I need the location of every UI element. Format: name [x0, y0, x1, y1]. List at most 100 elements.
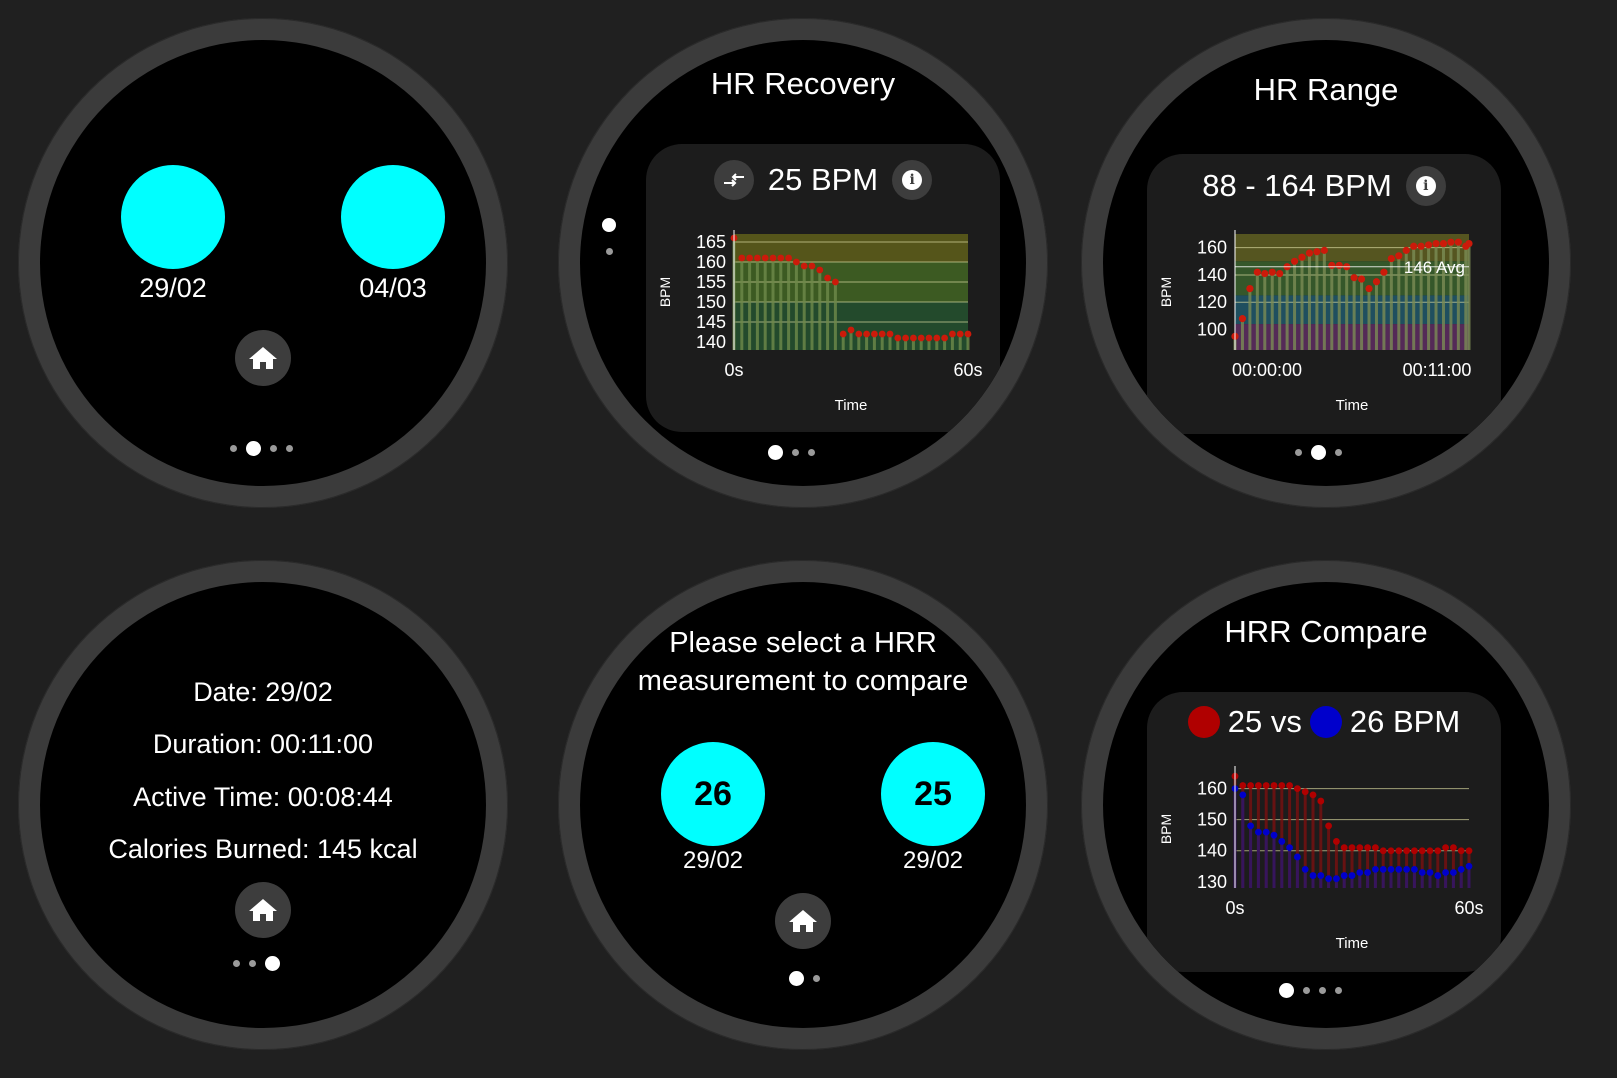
zone-band — [1235, 295, 1469, 325]
data-point — [1387, 865, 1395, 873]
info-button[interactable]: i — [1405, 166, 1446, 206]
data-point — [1356, 869, 1364, 876]
data-point — [1372, 865, 1379, 873]
data-point — [1309, 872, 1317, 879]
average-label: 146 Avg — [1404, 258, 1465, 277]
data-point — [1434, 872, 1442, 879]
y-tick-label: 140 — [1197, 265, 1227, 285]
y-tick-label: 130 — [1197, 872, 1227, 892]
hr-recovery-chart: 165160155150145140 0s 60s Time BPM — [657, 230, 983, 414]
hrr-option-2-date: 29/02 — [902, 847, 964, 874]
home-button[interactable] — [775, 893, 831, 949]
y-tick-label: 100 — [1197, 320, 1227, 340]
watch-screen-hr-recovery: HR Recovery 25 BPM i 165 160 155 150 145 140 0… — [558, 18, 1048, 508]
data-point — [1253, 268, 1261, 276]
data-point — [1450, 869, 1457, 876]
page-dot-active — [265, 956, 280, 971]
page-dot — [230, 445, 237, 452]
data-point — [1402, 246, 1410, 254]
data-point — [1325, 875, 1332, 883]
data-point — [1317, 797, 1325, 805]
card-header: 25 BPM i — [646, 160, 1000, 200]
page-dot-active — [768, 445, 783, 460]
data-point — [1447, 238, 1455, 246]
data-point — [1301, 865, 1309, 873]
data-point — [1317, 872, 1325, 879]
hrr-option-1[interactable]: 26 — [661, 742, 765, 846]
data-point — [1333, 838, 1340, 845]
compare-button[interactable] — [713, 160, 754, 200]
page-dot-active — [1311, 445, 1326, 460]
data-point — [1238, 315, 1247, 323]
page-dot-active — [246, 441, 261, 456]
data-point — [1379, 847, 1387, 855]
page-dot — [249, 960, 256, 967]
prompt-line-2: measurement to compare — [637, 665, 969, 697]
page-dot — [270, 445, 277, 452]
home-button[interactable] — [235, 330, 291, 386]
zone-band — [734, 234, 968, 262]
hrr-compare-chart: 160 150 140 130 0s 60s Time BPM — [1158, 766, 1484, 952]
home-button[interactable] — [235, 882, 291, 938]
data-point — [855, 330, 863, 338]
data-point — [956, 330, 964, 338]
data-point — [1247, 782, 1254, 789]
data-point — [1268, 268, 1276, 276]
page-dot-active — [602, 218, 616, 232]
vertical-page-indicator — [600, 218, 620, 268]
data-point — [1417, 242, 1425, 250]
session-duration: Duration: 00:11:00 — [152, 729, 374, 759]
x-tick-label: 60s — [953, 360, 982, 380]
y-axis-label: BPM — [657, 277, 673, 307]
session-button-1[interactable] — [121, 165, 225, 269]
watch-screen-compare-select: Please select a HRR measurement to compa… — [558, 560, 1048, 1050]
data-point — [1286, 844, 1293, 852]
y-tick-label: 140 — [696, 332, 726, 352]
data-point — [1276, 269, 1284, 278]
page-dot — [813, 975, 820, 982]
data-point — [1290, 257, 1299, 265]
data-point — [793, 258, 800, 266]
compare-arrows-icon — [723, 173, 744, 187]
page-indicator — [230, 441, 293, 456]
data-point — [1365, 284, 1373, 293]
data-point — [1325, 822, 1332, 830]
data-point — [1465, 847, 1473, 855]
x-axis-label: Time — [1336, 935, 1369, 952]
data-point — [1434, 847, 1442, 855]
zone-band — [1235, 324, 1469, 350]
page-dot — [808, 449, 815, 456]
chart-card: 25 vs 26 BPM 160 150 140 130 0s 60s Time BPM — [1147, 692, 1501, 972]
data-point — [777, 254, 785, 262]
data-point — [1439, 239, 1448, 248]
session-button-2[interactable] — [341, 165, 445, 269]
watch-face: HRR Compare 25 vs 26 BPM 160 150 140 130 0s 6… — [1103, 582, 1549, 1028]
y-tick-label: 155 — [696, 272, 726, 292]
session-active-time: Active Time: 00:08:44 — [133, 782, 393, 812]
data-point — [871, 330, 878, 338]
info-button[interactable]: i — [892, 160, 933, 200]
session-date: Date: 29/02 — [193, 677, 333, 707]
data-point — [1465, 862, 1473, 870]
page-indicator — [1295, 445, 1342, 460]
chart-card: 25 BPM i 165 160 155 150 145 140 0s 60s Time BPM — [646, 144, 1000, 432]
page-dot — [1295, 449, 1302, 456]
data-point — [1294, 785, 1301, 793]
page-indicator — [789, 971, 820, 986]
data-point — [863, 330, 870, 338]
home-icon — [249, 347, 277, 369]
page-dot — [1335, 987, 1342, 994]
data-point — [1426, 869, 1434, 876]
data-point — [785, 254, 792, 262]
hrr-option-2[interactable]: 25 — [881, 742, 985, 846]
data-point — [878, 330, 886, 338]
data-point — [1410, 242, 1418, 250]
info-icon: i — [1415, 176, 1436, 196]
data-point — [1356, 844, 1364, 852]
session-date-1: 29/02 — [139, 273, 207, 303]
data-point — [1278, 838, 1286, 845]
compare-value-b: 26 BPM — [1349, 704, 1461, 739]
hrr-option-1-date: 29/02 — [682, 847, 744, 874]
page-dot — [1335, 449, 1342, 456]
x-tick-label: 00:11:00 — [1403, 360, 1472, 380]
